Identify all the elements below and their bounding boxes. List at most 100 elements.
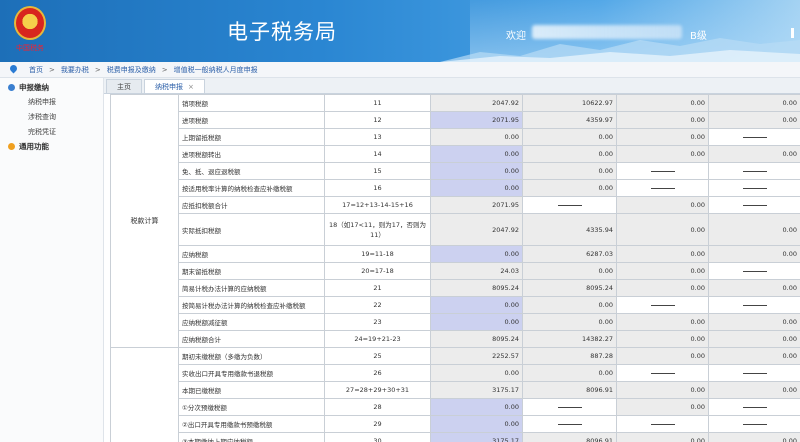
amount-cell: 0.00 (616, 213, 709, 246)
dash-mark (650, 187, 675, 189)
row-line-number: 12 (324, 111, 431, 129)
amount-cell: 0.00 (708, 245, 800, 263)
editable-amount-cell[interactable]: 0.00 (430, 398, 523, 416)
row-line-number: 17=12+13-14-15+16 (324, 196, 431, 214)
amount-cell: 3175.17 (430, 381, 523, 399)
breadcrumb-home[interactable]: 首页 (29, 65, 43, 75)
editable-amount-cell[interactable]: 0.00 (430, 296, 523, 314)
table-row: 实收出口开具专用缴款书退税额 26 0.00 0.00 (111, 364, 800, 382)
row-name: 按适用税率计算的纳税检查应补缴税额 (178, 179, 325, 197)
not-applicable-cell (522, 415, 617, 433)
table-row: 期末留抵税额 20=17-18 24.03 0.00 0.00 (111, 262, 800, 280)
row-line-number: 24=19+21-23 (324, 330, 431, 348)
tab-bar: 主页 纳税申报 × (104, 78, 800, 94)
credit-level: B级 (690, 31, 707, 42)
breadcrumb: 首页 > 我要办税 > 税费申报及缴纳 > 增值税一般纳税人月度申报 (0, 62, 800, 78)
row-line-number: 11 (324, 94, 431, 112)
not-applicable-cell (708, 262, 800, 280)
more-icon[interactable] (791, 28, 794, 38)
app-title: 电子税务局 (227, 20, 337, 44)
table-row: 税款计算 销项税额 11 2047.92 10622.97 0.00 0.00 (110, 94, 800, 348)
amount-cell: 0.00 (522, 179, 617, 197)
row-name: ①分次预缴税额 (178, 398, 325, 416)
dash-mark (650, 304, 675, 306)
not-applicable-cell (522, 196, 617, 214)
row-name: 本期已缴税额 (178, 381, 325, 399)
row-line-number: 15 (324, 162, 431, 180)
general-functions-icon (8, 142, 15, 150)
emblem-icon (14, 6, 46, 40)
editable-amount-cell[interactable]: 0.00 (430, 245, 523, 263)
editable-amount-cell[interactable]: 0.00 (430, 415, 523, 433)
not-applicable-cell (616, 162, 709, 180)
amount-cell: 0.00 (616, 432, 709, 442)
not-applicable-cell (522, 398, 617, 416)
amount-cell: 6287.03 (522, 245, 617, 263)
declaration-icon (8, 83, 15, 91)
tab-tax-return[interactable]: 纳税申报 × (144, 79, 205, 93)
amount-cell: 0.00 (616, 330, 709, 348)
amount-cell: 8095.24 (430, 330, 523, 348)
amount-cell: 0.00 (616, 398, 709, 416)
amount-cell: 0.00 (708, 111, 800, 129)
row-line-number: 26 (324, 364, 431, 382)
amount-cell: 14382.27 (522, 330, 617, 348)
editable-amount-cell[interactable]: 0.00 (430, 145, 523, 163)
row-name: 应抵扣税额合计 (178, 196, 325, 214)
breadcrumb-tax-handling[interactable]: 我要办税 (61, 65, 89, 75)
table-row: 应抵扣税额合计 17=12+13-14-15+16 2071.95 0.00 (111, 196, 800, 214)
dash-mark (742, 423, 767, 425)
amount-cell: 4359.97 (522, 111, 617, 129)
row-line-number: 25 (324, 347, 431, 365)
not-applicable-cell (708, 398, 800, 416)
row-name: 期末留抵税额 (178, 262, 325, 280)
sidebar-item-payment-certificate[interactable]: 完税凭证 (0, 124, 103, 139)
sidebar-item-tax-query[interactable]: 涉税查询 (0, 109, 103, 124)
amount-cell: 2047.92 (430, 94, 523, 112)
row-name: 免、抵、退应退税额 (178, 162, 325, 180)
amount-cell: 0.00 (708, 347, 800, 365)
site-header: 中国税务 电子税务局 欢迎 B级 (0, 0, 800, 62)
breadcrumb-declaration[interactable]: 税费申报及缴纳 (107, 65, 156, 75)
row-line-number: 21 (324, 279, 431, 297)
amount-cell: 0.00 (616, 196, 709, 214)
sidebar-item-tax-return[interactable]: 纳税申报 (0, 94, 103, 109)
amount-cell: 24.03 (430, 262, 523, 280)
row-line-number: 13 (324, 128, 431, 146)
row-line-number: 30 (324, 432, 431, 442)
sidebar-group-general[interactable]: 通用功能 (0, 139, 103, 153)
dash-mark (557, 423, 582, 425)
amount-cell: 8096.91 (522, 381, 617, 399)
group-label-empty (110, 347, 179, 442)
table-row: ①分次预缴税额 28 0.00 0.00 (111, 398, 800, 416)
editable-amount-cell[interactable]: 0.00 (430, 162, 523, 180)
not-applicable-cell (708, 128, 800, 146)
row-name: 上期留抵税额 (178, 128, 325, 146)
amount-cell: 0.00 (708, 432, 800, 442)
editable-amount-cell[interactable]: 2071.95 (430, 111, 523, 129)
breadcrumb-vat-monthly: 增值税一般纳税人月度申报 (173, 65, 258, 74)
row-line-number: 20=17-18 (324, 262, 431, 280)
editable-amount-cell[interactable]: 0.00 (430, 179, 523, 197)
amount-cell: 8095.24 (430, 279, 523, 297)
row-name: 进项税额转出 (178, 145, 325, 163)
editable-amount-cell[interactable]: 3175.17 (430, 432, 523, 442)
table-row: 进项税额 12 2071.95 4359.97 0.00 0.00 (111, 111, 800, 129)
amount-cell: 2047.92 (430, 213, 523, 246)
table-row: 免、抵、退应退税额 15 0.00 0.00 (111, 162, 800, 180)
table-row: 应纳税额 19=11-18 0.00 6287.03 0.00 0.00 (111, 245, 800, 263)
amount-cell: 8095.24 (522, 279, 617, 297)
sidebar: 申报缴纳 纳税申报 涉税查询 完税凭证 通用功能 (0, 78, 104, 442)
amount-cell: 0.00 (430, 364, 523, 382)
tab-home[interactable]: 主页 (106, 79, 142, 93)
amount-cell: 0.00 (616, 313, 709, 331)
amount-cell: 0.00 (522, 296, 617, 314)
dash-mark (742, 304, 767, 306)
row-name: 简易计税办法计算的应纳税额 (178, 279, 325, 297)
amount-cell: 0.00 (616, 245, 709, 263)
row-line-number: 23 (324, 313, 431, 331)
close-icon[interactable]: × (188, 83, 194, 91)
editable-amount-cell[interactable]: 0.00 (430, 313, 523, 331)
sidebar-group-declaration[interactable]: 申报缴纳 (0, 80, 103, 94)
dash-mark (557, 204, 582, 206)
